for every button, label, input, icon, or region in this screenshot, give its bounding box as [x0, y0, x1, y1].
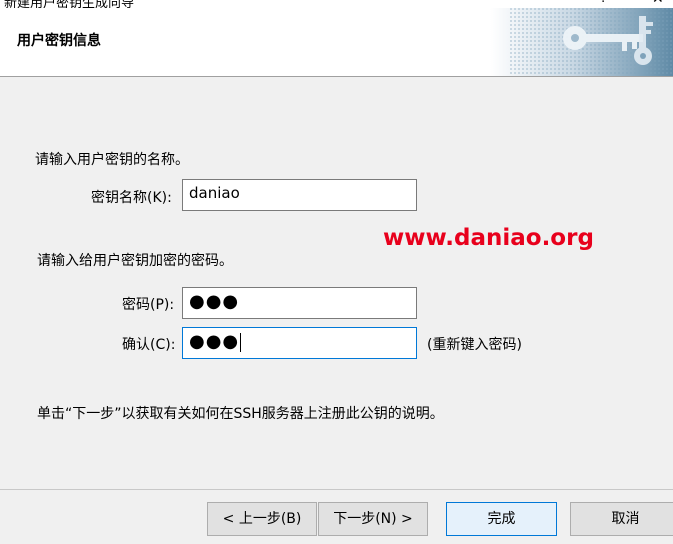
close-icon[interactable]: ✕: [652, 0, 664, 7]
finish-button[interactable]: 完成: [446, 502, 557, 536]
wizard-header: 用户密钥信息: [0, 8, 673, 77]
text-caret: [240, 333, 242, 352]
next-button[interactable]: 下一步(N) >: [318, 502, 428, 536]
password-label: 密码(P):: [122, 297, 175, 313]
help-icon[interactable]: ?: [600, 0, 607, 6]
page-title: 用户密钥信息: [17, 33, 101, 49]
window-title: 新建用户密钥生成向导: [4, 0, 135, 8]
keys-banner-icon: [490, 8, 673, 76]
watermark-text: www.daniao.org: [383, 225, 594, 251]
password-value: ●●●: [189, 291, 240, 312]
info-text: 单击“下一步”以获取有关如何在SSH服务器上注册此公钥的说明。: [37, 406, 444, 422]
password-prompt: 请输入给用户密钥加密的密码。: [37, 253, 233, 269]
confirm-password-value: ●●●: [189, 331, 240, 352]
name-prompt: 请输入用户密钥的名称。: [35, 152, 189, 168]
key-name-input[interactable]: daniao: [182, 179, 417, 211]
confirm-password-input[interactable]: ●●●: [182, 327, 417, 359]
wizard-footer: < 上一步(B) 下一步(N) > 完成 取消: [0, 489, 673, 544]
key-name-value: daniao: [189, 184, 240, 202]
confirm-label: 确认(C):: [122, 337, 176, 353]
title-bar: 新建用户密钥生成向导 ? ✕: [0, 0, 673, 8]
confirm-hint: (重新键入密码): [427, 337, 522, 353]
back-button[interactable]: < 上一步(B): [207, 502, 317, 536]
cancel-button[interactable]: 取消: [570, 502, 673, 536]
password-input[interactable]: ●●●: [182, 287, 417, 319]
key-name-label: 密钥名称(K):: [91, 190, 172, 206]
